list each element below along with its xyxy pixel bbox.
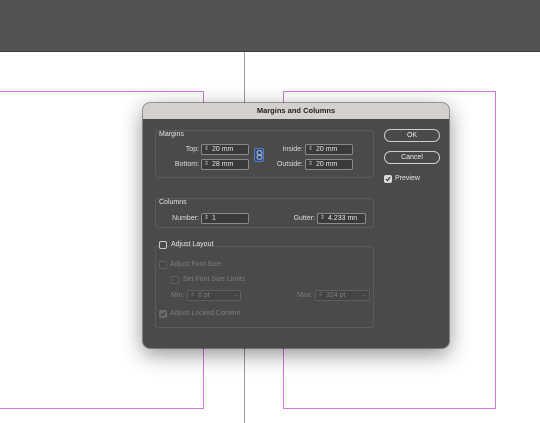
checkmark-icon — [160, 311, 166, 317]
preview-checkbox[interactable] — [384, 175, 392, 183]
preview-label: Preview — [395, 175, 420, 182]
cancel-button[interactable]: Cancel — [384, 151, 440, 164]
max-label: Max: — [297, 292, 313, 299]
gutter-label: Gutter: — [293, 215, 315, 222]
top-label: Top: — [185, 146, 199, 153]
columns-group-label: Columns — [159, 199, 187, 206]
adjust-locked-content-label: Adjust Locked Content — [170, 310, 241, 317]
margins-and-columns-dialog: Margins and Columns Margins Top: ⇕ 20 mm… — [143, 103, 449, 348]
bottom-label: Bottom: — [174, 161, 199, 168]
spinner-icon[interactable]: ⇕ — [203, 214, 210, 223]
spinner-icon[interactable]: ⇕ — [319, 214, 326, 223]
spinner-icon[interactable]: ⇕ — [203, 145, 210, 154]
spinner-icon[interactable]: ⇕ — [317, 291, 324, 300]
application-bar — [0, 0, 540, 52]
adjust-font-size-label: Adjust Font Size — [170, 261, 221, 268]
columns-number-field[interactable]: ⇕ 1 — [201, 213, 249, 224]
adjust-layout-label: Adjust Layout — [171, 241, 214, 248]
chain-link-icon[interactable] — [254, 148, 264, 162]
inside-margin-field[interactable]: ⇕ 20 mm — [305, 144, 353, 155]
spinner-icon[interactable]: ⇕ — [189, 291, 196, 300]
dialog-title[interactable]: Margins and Columns — [143, 103, 449, 119]
ok-button[interactable]: OK — [384, 129, 440, 142]
outside-label: Outside: — [276, 161, 303, 168]
adjust-layout-checkbox[interactable] — [159, 241, 167, 249]
number-label: Number: — [172, 215, 199, 222]
max-font-size-field[interactable]: ⇕ 324 pt ⌄ — [315, 290, 370, 301]
margins-group-label: Margins — [159, 131, 184, 138]
adjust-font-size-checkbox[interactable] — [159, 261, 167, 269]
set-font-size-limits-label: Set Font Size Limits — [183, 276, 246, 283]
inside-label: Inside: — [282, 146, 303, 153]
min-label: Min: — [171, 292, 185, 299]
gutter-field[interactable]: ⇕ 4.233 mn — [317, 213, 366, 224]
outside-margin-field[interactable]: ⇕ 20 mm — [305, 159, 353, 170]
spinner-icon[interactable]: ⇕ — [307, 160, 314, 169]
top-margin-field[interactable]: ⇕ 20 mm — [201, 144, 249, 155]
adjust-locked-content-checkbox[interactable] — [159, 310, 167, 318]
spinner-icon[interactable]: ⇕ — [307, 145, 314, 154]
chevron-down-icon[interactable]: ⌄ — [362, 291, 367, 300]
bottom-margin-field[interactable]: ⇕ 28 mm — [201, 159, 249, 170]
spinner-icon[interactable]: ⇕ — [203, 160, 210, 169]
chevron-down-icon[interactable]: ⌄ — [233, 291, 238, 300]
checkmark-icon — [385, 176, 391, 182]
min-font-size-field[interactable]: ⇕ 6 pt ⌄ — [187, 290, 241, 301]
set-font-size-limits-checkbox[interactable] — [171, 276, 179, 284]
